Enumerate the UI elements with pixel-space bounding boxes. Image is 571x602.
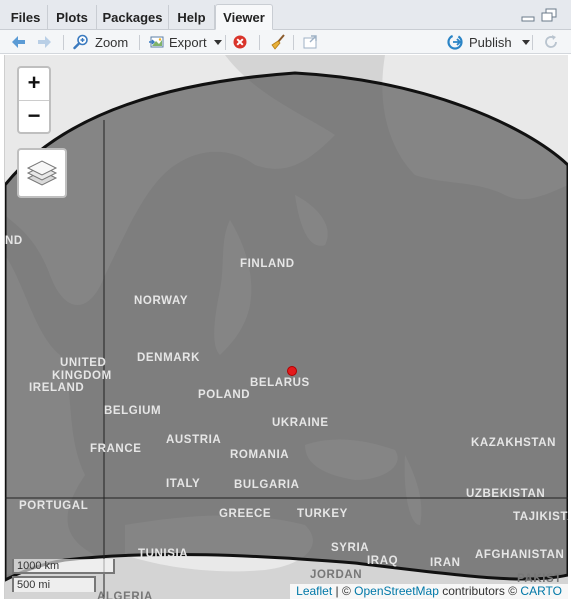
tab-plots[interactable]: Plots: [48, 5, 97, 30]
minimize-icon[interactable]: [521, 10, 535, 22]
toolbar-divider: [63, 35, 64, 50]
label-tajikistan: TAJIKISTA: [513, 511, 568, 523]
label-bulgaria: BULGARIA: [234, 479, 300, 491]
arrow-right-icon: [38, 36, 51, 48]
label-ireland: IRELAND: [29, 382, 85, 394]
arrow-left-icon: [12, 36, 25, 48]
layers-icon: [26, 160, 58, 186]
label-algeria: ALGERIA: [97, 591, 153, 599]
chevron-down-icon: [213, 39, 222, 45]
zoom-out-button[interactable]: −: [19, 101, 49, 133]
label-greece: GREECE: [219, 508, 272, 520]
magnifier-icon: [73, 34, 88, 50]
label-afghanistan: AFGHANISTAN: [475, 549, 565, 561]
layers-control[interactable]: [17, 148, 67, 198]
label-austria: AUSTRIA: [166, 434, 222, 446]
toolbar-divider: [532, 35, 533, 50]
close-circle-icon: [233, 35, 247, 49]
publish-button[interactable]: Publish: [447, 30, 530, 54]
label-italy: ITALY: [166, 478, 201, 490]
label-turkey: TURKEY: [297, 508, 348, 520]
leaflet-link[interactable]: Leaflet: [296, 584, 332, 598]
attribution-contributors: contributors ©: [438, 584, 521, 598]
label-romania: ROMANIA: [230, 449, 290, 461]
label-france: FRANCE: [90, 443, 142, 455]
viewer-pane: Files Plots Packages Help Viewer Zoom Ex…: [0, 0, 571, 602]
scale-km: 1000 km: [12, 559, 115, 574]
label-united: UNITED: [60, 357, 107, 369]
toolbar-divider: [139, 35, 140, 50]
back-button[interactable]: [10, 30, 26, 54]
forward-button[interactable]: [37, 30, 53, 54]
zoom-label: Zoom: [95, 34, 129, 50]
leaflet-map[interactable]: ND FINLAND NORWAY DENMARK UNITED KINGDOM…: [4, 55, 568, 599]
broom-icon: [271, 34, 285, 50]
label-poland: POLAND: [198, 389, 251, 401]
label-syria: SYRIA: [331, 542, 370, 554]
clear-viewer-button[interactable]: [270, 30, 286, 54]
label-portugal: PORTUGAL: [19, 500, 89, 512]
label-kazakhstan: KAZAKHSTAN: [471, 437, 557, 449]
label-ireland-partial: ND: [5, 235, 23, 247]
tab-bar: Files Plots Packages Help Viewer: [0, 0, 571, 30]
map-basemap: [5, 55, 568, 599]
label-kingdom: KINGDOM: [52, 370, 112, 382]
zoom-button[interactable]: Zoom: [73, 30, 128, 54]
label-jordan: JORDAN: [310, 569, 363, 581]
tab-help[interactable]: Help: [169, 5, 215, 30]
tab-packages[interactable]: Packages: [97, 5, 169, 30]
tab-files[interactable]: Files: [4, 5, 48, 30]
label-uzbekistan: UZBEKISTAN: [466, 488, 546, 500]
refresh-icon: [545, 35, 557, 48]
export-button[interactable]: Export: [148, 30, 222, 54]
label-norway: NORWAY: [134, 295, 189, 307]
label-denmark: DENMARK: [137, 352, 200, 364]
label-finland: FINLAND: [240, 258, 295, 270]
viewer-toolbar: Zoom Export Publish: [0, 30, 571, 54]
toolbar-divider: [259, 35, 260, 50]
point-marker[interactable]: [287, 366, 297, 376]
remove-viewer-button[interactable]: [232, 30, 248, 54]
label-belgium: BELGIUM: [104, 405, 162, 417]
scale-mi: 500 mi: [12, 576, 96, 592]
show-in-window-button[interactable]: [302, 30, 318, 54]
label-iraq: IRAQ: [367, 555, 399, 567]
label-tunisia: TUNISIA: [138, 548, 189, 560]
toolbar-divider: [293, 35, 294, 50]
maximize-icon[interactable]: [541, 8, 557, 22]
toolbar-divider: [225, 35, 226, 50]
tab-viewer[interactable]: Viewer: [215, 4, 273, 30]
refresh-button[interactable]: [543, 30, 559, 54]
label-belarus: BELARUS: [250, 377, 310, 389]
label-ukraine: UKRAINE: [272, 417, 329, 429]
carto-link[interactable]: CARTO: [520, 584, 562, 598]
popout-window-icon: [303, 35, 317, 49]
map-attribution: Leaflet | © OpenStreetMap contributors ©…: [290, 584, 568, 599]
export-label: Export: [169, 34, 207, 50]
publish-icon: [447, 34, 463, 50]
publish-label: Publish: [469, 34, 512, 50]
chevron-down-icon: [521, 39, 530, 45]
label-iran: IRAN: [430, 557, 461, 569]
zoom-in-button[interactable]: +: [19, 68, 49, 101]
export-image-icon: [149, 36, 164, 48]
osm-link[interactable]: OpenStreetMap: [354, 584, 439, 598]
zoom-control: + −: [17, 66, 51, 134]
attribution-separator: | ©: [332, 584, 355, 598]
